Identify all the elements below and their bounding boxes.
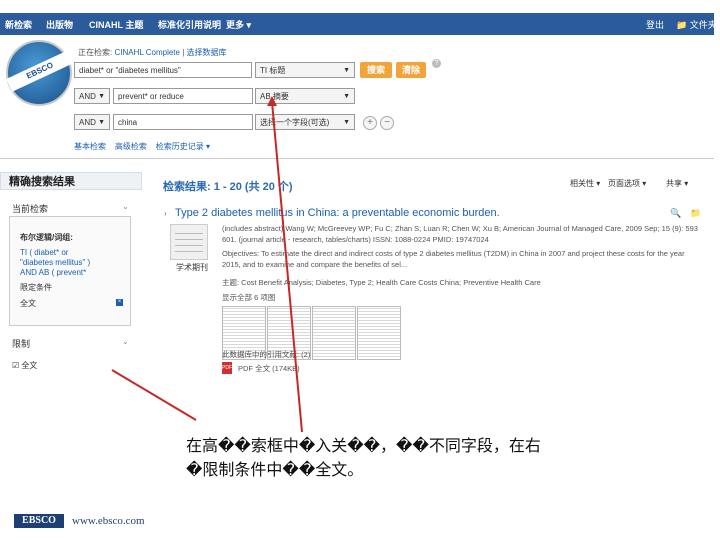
annotation-caption: 在高��索框中�入关��，��不同字段，在右 �限制条件中��全文。: [186, 434, 541, 482]
arrow-head-up: [267, 96, 277, 106]
caption-line-2: �限制条件中��全文。: [186, 460, 364, 479]
caption-line-1: 在高��索框中�入关��，��不同字段，在右: [186, 436, 541, 455]
footer-ebsco-logo: EBSCO: [14, 514, 64, 528]
arrow-line-up: [271, 101, 303, 433]
footer-url[interactable]: www.ebsco.com: [72, 515, 145, 527]
arrow-line-left: [111, 369, 197, 421]
